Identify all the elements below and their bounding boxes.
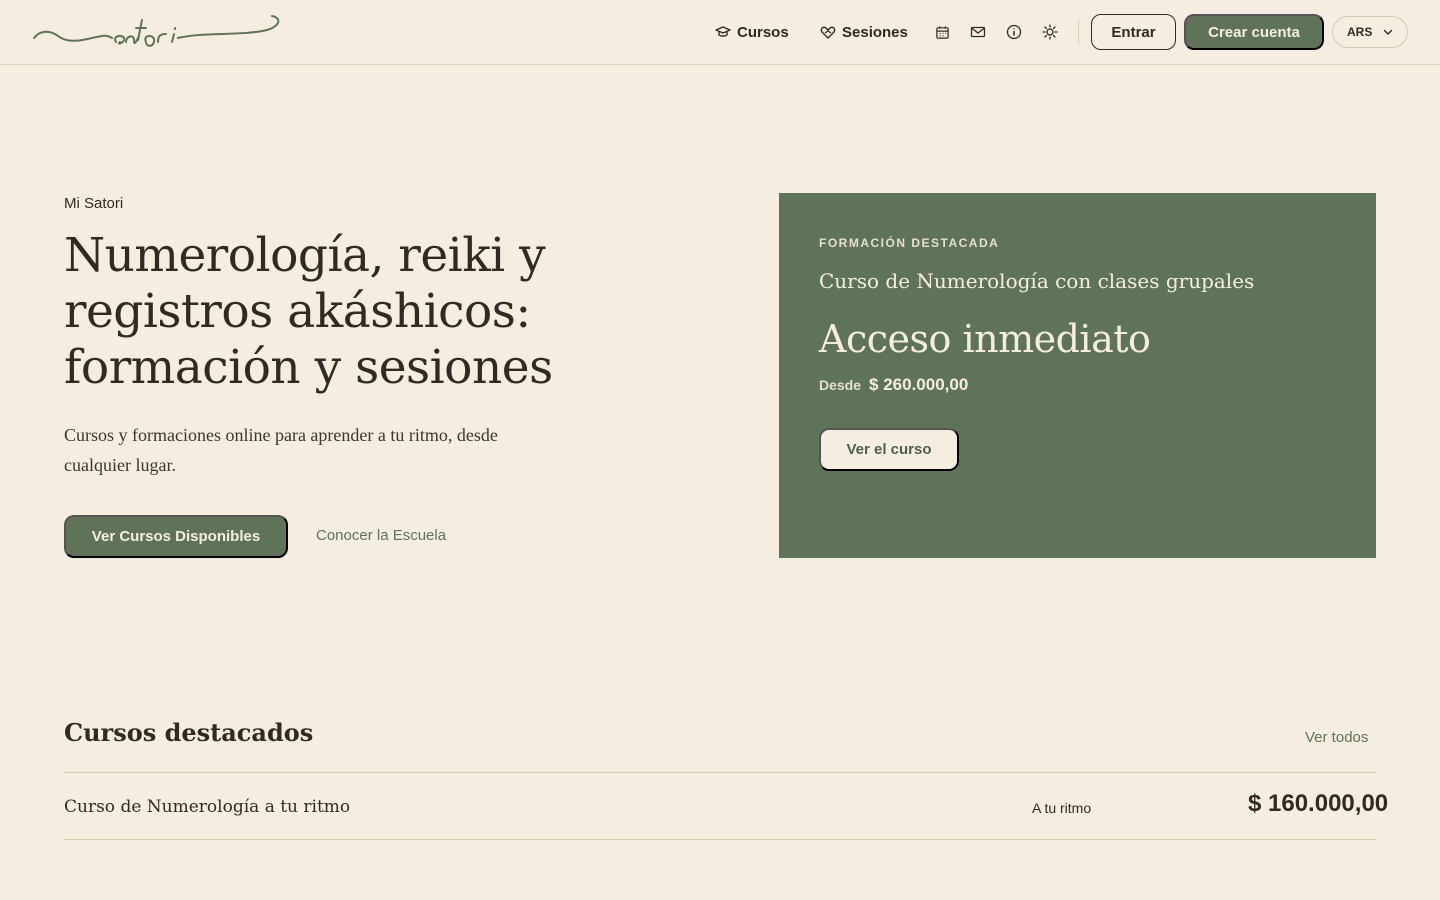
featured-eyebrow: FORMACIÓN DESTACADA [819, 236, 1000, 250]
site-header: Cursos Sesiones Entrar Crear cuenta ARS [0, 0, 1440, 65]
about-school-link[interactable]: Conocer la Escuela [316, 527, 446, 544]
featured-course-name: Curso de Numerología con clases grupales [819, 269, 1255, 293]
satori-logo-icon [33, 15, 280, 47]
featured-courses-title: Cursos destacados [64, 718, 314, 747]
featured-headline: Acceso inmediato [819, 317, 1151, 361]
satori-logo[interactable] [32, 12, 282, 52]
view-courses-button[interactable]: Ver Cursos Disponibles [64, 515, 288, 558]
info-button[interactable] [1004, 22, 1024, 42]
login-button[interactable]: Entrar [1091, 14, 1176, 50]
hero-title: Numerología, reiki y registros akáshicos… [64, 228, 553, 395]
featured-from-label: Desde [819, 377, 862, 393]
currency-value: ARS [1347, 25, 1373, 39]
nav-sesiones[interactable]: Sesiones [820, 20, 908, 44]
nav-sesiones-label: Sesiones [842, 23, 908, 41]
hero-subtitle: Cursos y formaciones online para aprende… [64, 425, 498, 475]
view-course-button[interactable]: Ver el curso [819, 428, 959, 471]
info-icon [1006, 24, 1022, 40]
calendar-icon [935, 25, 949, 39]
nav-cursos[interactable]: Cursos [715, 20, 789, 44]
list-divider-top [64, 772, 1376, 773]
featured-course-card: FORMACIÓN DESTACADA Curso de Numerología… [779, 193, 1376, 558]
signup-button[interactable]: Crear cuenta [1184, 14, 1324, 50]
theme-toggle[interactable] [1040, 22, 1060, 42]
list-divider-bottom [64, 839, 1376, 840]
course-price: $ 160.000,00 [1248, 790, 1389, 817]
chevron-down-icon [1383, 29, 1393, 35]
currency-select[interactable]: ARS [1332, 16, 1408, 48]
course-name[interactable]: Curso de Numerología a tu ritmo [64, 797, 350, 817]
heart-hand-icon [820, 26, 836, 39]
course-mode: A tu ritmo [1032, 800, 1092, 816]
sun-icon [1042, 24, 1058, 40]
mail-icon [970, 26, 986, 38]
hero-eyebrow: Mi Satori [64, 195, 124, 212]
calendar-button[interactable] [932, 22, 952, 42]
featured-price: $ 260.000,00 [869, 375, 969, 394]
see-all-link[interactable]: Ver todos [1305, 729, 1368, 746]
nav-cursos-label: Cursos [737, 23, 789, 41]
featured-price-row: Desde $ 260.000,00 [819, 375, 968, 395]
header-divider [1078, 20, 1079, 44]
mail-button[interactable] [968, 22, 988, 42]
graduation-cap-icon [715, 26, 731, 37]
